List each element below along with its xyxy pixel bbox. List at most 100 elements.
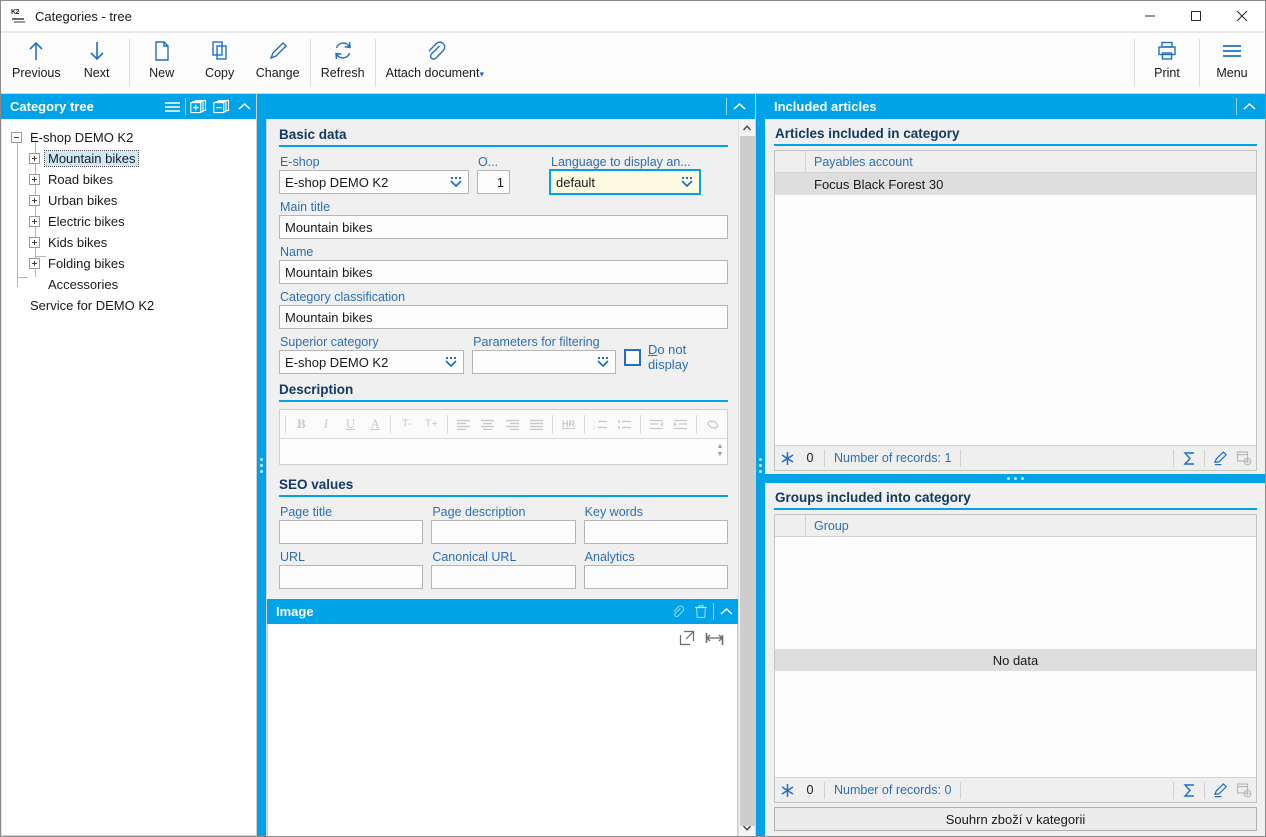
horizontal-rule-icon[interactable]: HR xyxy=(556,411,581,437)
description-editor[interactable]: B I U A T- T+ HR 1 2 ▲ ▼ xyxy=(279,409,728,465)
copy-button[interactable]: Copy xyxy=(191,33,249,93)
tree-node-eshop-demo-k2[interactable]: E-shop DEMO K2 xyxy=(2,127,256,148)
chevron-down-icon[interactable] xyxy=(446,171,466,193)
expand-toggle-icon[interactable] xyxy=(29,237,40,248)
asterisk-filter-icon[interactable] xyxy=(775,783,799,798)
align-left-icon[interactable] xyxy=(451,411,476,437)
expand-all-icon[interactable] xyxy=(187,94,210,119)
asterisk-filter-icon[interactable] xyxy=(775,451,799,466)
right-splitter[interactable] xyxy=(756,94,765,836)
category-tree[interactable]: E-shop DEMO K2 Mountain bikes Road bikes… xyxy=(1,119,256,836)
chevron-down-icon[interactable] xyxy=(677,171,697,193)
sum-icon[interactable] xyxy=(1177,783,1201,798)
tree-node-accessories[interactable]: Accessories xyxy=(2,274,256,295)
paperclip-icon[interactable] xyxy=(666,599,689,624)
numbered-list-icon[interactable]: 12 xyxy=(588,411,613,437)
expand-toggle-icon[interactable] xyxy=(29,195,40,206)
align-center-icon[interactable] xyxy=(475,411,500,437)
eshop-select[interactable]: E-shop DEMO K2 xyxy=(279,170,469,194)
bulleted-list-icon[interactable] xyxy=(612,411,637,437)
font-color-icon[interactable]: A xyxy=(363,411,388,437)
tree-node-service-for-demo-k2[interactable]: Service for DEMO K2 xyxy=(2,295,256,316)
left-splitter[interactable] xyxy=(257,94,266,836)
change-button[interactable]: Change xyxy=(249,33,307,93)
collapse-toggle-icon[interactable] xyxy=(11,132,22,143)
spinner-icon[interactable]: ▲ ▼ xyxy=(713,439,727,463)
main-title-input[interactable]: Mountain bikes xyxy=(279,215,728,239)
order-input[interactable]: 1 xyxy=(477,170,510,194)
tree-node-road-bikes[interactable]: Road bikes xyxy=(2,169,256,190)
key-words-input[interactable] xyxy=(583,520,728,544)
column-header-payables-account[interactable]: Payables account xyxy=(806,151,1256,172)
superior-category-select[interactable]: E-shop DEMO K2 xyxy=(279,350,465,374)
canonical-url-input[interactable] xyxy=(431,565,576,589)
parameters-select[interactable] xyxy=(472,350,617,374)
chevron-up-icon[interactable] xyxy=(715,599,738,624)
new-button[interactable]: New xyxy=(133,33,191,93)
url-input[interactable] xyxy=(279,565,424,589)
detail-form-scrollbar[interactable] xyxy=(738,119,755,836)
chevron-up-icon[interactable] xyxy=(1238,94,1261,119)
open-external-icon[interactable] xyxy=(679,630,695,649)
font-shrink-icon[interactable]: T- xyxy=(394,411,419,437)
groups-grid-body[interactable]: No data xyxy=(775,537,1256,777)
chevron-down-icon[interactable]: ▾ xyxy=(479,69,484,79)
tree-node-kids-bikes[interactable]: Kids bikes xyxy=(2,232,256,253)
right-pane-splitter[interactable] xyxy=(765,474,1265,483)
chevron-up-icon[interactable] xyxy=(233,94,256,119)
underline-icon[interactable]: U xyxy=(338,411,363,437)
align-justify-icon[interactable] xyxy=(525,411,550,437)
chevron-down-icon[interactable] xyxy=(441,351,461,373)
attach-document-button[interactable]: Attach document▾ xyxy=(379,33,491,93)
outdent-icon[interactable] xyxy=(644,411,669,437)
link-icon[interactable] xyxy=(700,411,725,437)
font-grow-icon[interactable]: T+ xyxy=(419,411,444,437)
edit-icon[interactable] xyxy=(1208,782,1232,798)
minimize-icon[interactable] xyxy=(1127,1,1173,32)
tree-node-mountain-bikes[interactable]: Mountain bikes xyxy=(2,148,256,169)
refresh-button[interactable]: Refresh xyxy=(314,33,372,93)
print-button[interactable]: Print xyxy=(1138,33,1196,93)
chevron-up-icon[interactable] xyxy=(728,94,751,119)
expand-toggle-icon[interactable] xyxy=(29,216,40,227)
classification-input[interactable]: Mountain bikes xyxy=(279,305,728,329)
expand-toggle-icon[interactable] xyxy=(29,258,40,269)
tree-node-folding-bikes[interactable]: Folding bikes xyxy=(2,253,256,274)
menu-button[interactable]: Menu xyxy=(1203,33,1261,93)
summary-button[interactable]: Souhrn zboží v kategorii xyxy=(774,807,1257,831)
maximize-icon[interactable] xyxy=(1173,1,1219,32)
do-not-display-row[interactable]: DDo not displayo not display xyxy=(624,342,728,374)
chevron-down-icon[interactable] xyxy=(593,351,613,373)
table-row[interactable]: Focus Black Forest 30 xyxy=(775,173,1256,195)
description-input[interactable]: ▲ ▼ xyxy=(280,438,727,464)
italic-icon[interactable]: I xyxy=(314,411,339,437)
page-title-input[interactable] xyxy=(279,520,424,544)
tree-node-urban-bikes[interactable]: Urban bikes xyxy=(2,190,256,211)
edit-icon[interactable] xyxy=(1208,450,1232,466)
align-right-icon[interactable] xyxy=(500,411,525,437)
collapse-all-icon[interactable] xyxy=(210,94,233,119)
next-button[interactable]: Next xyxy=(68,33,126,93)
indent-icon[interactable] xyxy=(669,411,694,437)
expand-toggle-icon[interactable] xyxy=(29,174,40,185)
close-icon[interactable] xyxy=(1219,1,1265,32)
scrollbar-track[interactable] xyxy=(739,136,756,826)
previous-button[interactable]: Previous xyxy=(5,33,68,93)
trash-icon[interactable] xyxy=(689,599,712,624)
fit-width-icon[interactable] xyxy=(705,630,725,649)
page-description-input[interactable] xyxy=(431,520,576,544)
groups-grid[interactable]: Group No data 0 Number of records: 0 xyxy=(774,514,1257,803)
name-input[interactable]: Mountain bikes xyxy=(279,260,728,284)
analytics-input[interactable] xyxy=(583,565,728,589)
bold-icon[interactable]: B xyxy=(289,411,314,437)
expand-toggle-icon[interactable] xyxy=(29,153,40,164)
menu-icon[interactable] xyxy=(161,94,184,119)
sum-icon[interactable] xyxy=(1177,451,1201,466)
column-header-group[interactable]: Group xyxy=(806,515,1256,536)
image-preview-area[interactable] xyxy=(267,624,738,836)
articles-grid[interactable]: Payables account Focus Black Forest 30 0… xyxy=(774,150,1257,471)
tree-node-electric-bikes[interactable]: Electric bikes xyxy=(2,211,256,232)
scroll-up-icon[interactable] xyxy=(739,119,756,136)
scrollbar-thumb[interactable] xyxy=(739,136,755,826)
articles-grid-body[interactable]: Focus Black Forest 30 xyxy=(775,173,1256,445)
